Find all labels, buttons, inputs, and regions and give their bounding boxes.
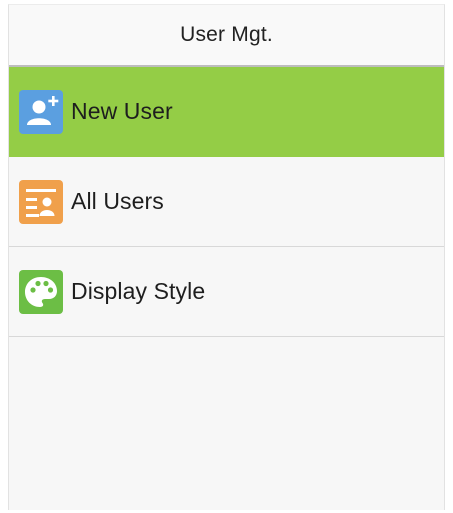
menu-item-all-users[interactable]: All Users [9, 157, 444, 247]
menu-item-label: All Users [71, 188, 164, 214]
menu-item-label: New User [71, 98, 173, 124]
menu-item-display-style[interactable]: Display Style [9, 247, 444, 337]
page-header: User Mgt. [9, 5, 444, 67]
user-management-screen: User Mgt. New User All Users Display Sty… [8, 4, 445, 510]
menu-item-new-user[interactable]: New User [9, 67, 444, 157]
user-list-icon [19, 179, 63, 224]
menu-item-label: Display Style [71, 278, 206, 304]
add-user-icon [19, 89, 63, 134]
palette-icon [19, 269, 63, 314]
page-title: User Mgt. [180, 23, 273, 46]
